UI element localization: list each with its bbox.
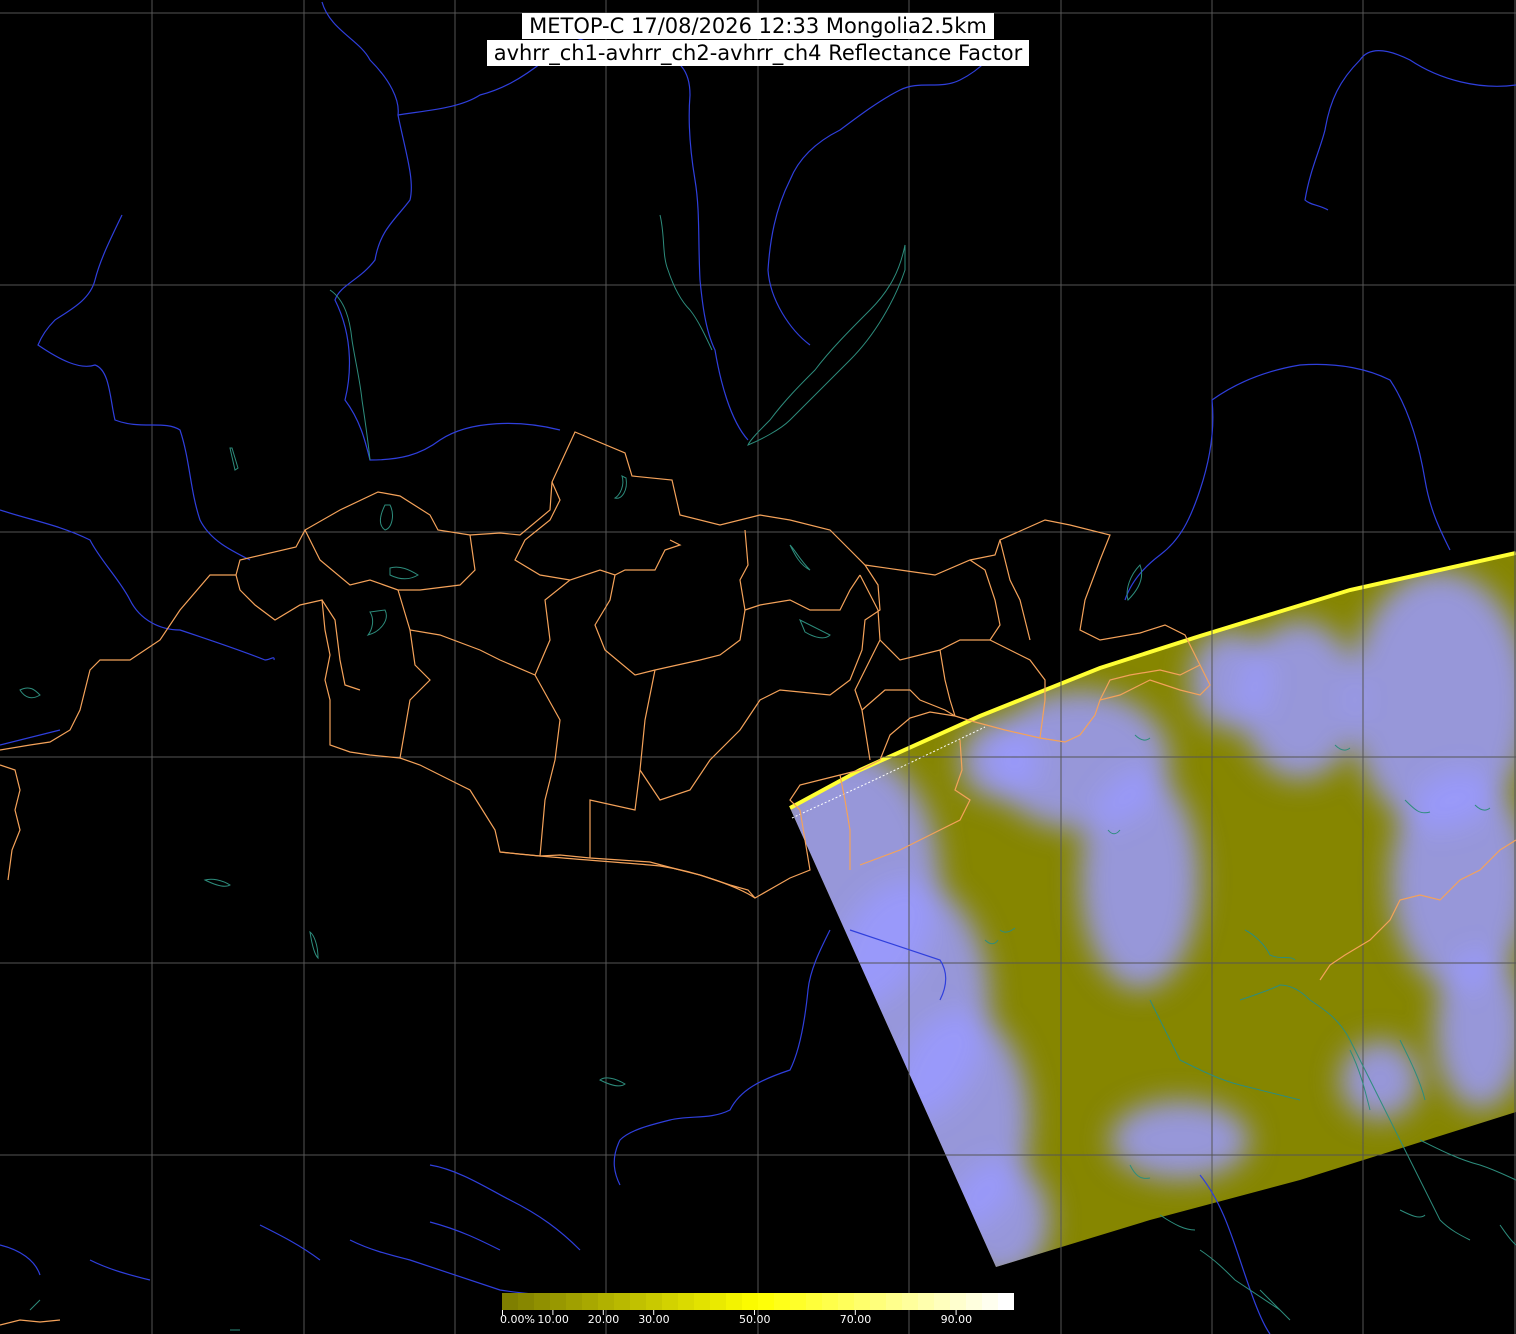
- border-province: [594, 529, 749, 676]
- colorbar-segment: [582, 1293, 598, 1310]
- border-province: [304, 529, 476, 591]
- colorbar-segment: [694, 1293, 710, 1310]
- coast-islands: [1159, 1209, 1516, 1246]
- colorbar-tick-label: 90.00: [940, 1313, 973, 1326]
- lake: [799, 618, 831, 639]
- colorbar-segment: [678, 1293, 694, 1310]
- river-south: [0, 1224, 581, 1301]
- colorbar-tick-label: 30.00: [638, 1313, 670, 1326]
- border-province: [399, 629, 431, 759]
- colorbar-segment: [742, 1293, 758, 1310]
- border-province: [939, 649, 956, 717]
- colorbar-tick-label: 10.00: [537, 1313, 569, 1326]
- river-aldan: [1304, 50, 1516, 211]
- colorbar-segment: [598, 1293, 614, 1310]
- border-west: [0, 574, 236, 881]
- border-province: [639, 564, 881, 801]
- colorbar-segment: [966, 1293, 982, 1310]
- border-province: [879, 559, 1001, 661]
- border-province: [744, 574, 861, 611]
- colorbar-segment: [838, 1293, 854, 1310]
- border-province: [854, 574, 881, 761]
- colorbar-tick-label: 50.00: [739, 1313, 771, 1326]
- colorbar-segment: [918, 1293, 934, 1310]
- lake: [19, 687, 41, 699]
- colorbar-segment: [550, 1293, 566, 1310]
- coast-fragment: [29, 1299, 240, 1331]
- lake: [309, 930, 319, 960]
- coast-japan: [1419, 1139, 1516, 1181]
- river-yenisei: [321, 1, 561, 461]
- colorbar-tick-label: 70.00: [839, 1313, 872, 1326]
- river-angara: [654, 49, 749, 441]
- border-mongolia-china: [499, 851, 756, 899]
- river-yellow: [613, 929, 831, 1186]
- satellite-image-viewer: METOP-C 17/08/2026 12:33 Mongolia2.5km a…: [0, 0, 1516, 1334]
- colorbar-segment: [710, 1293, 726, 1310]
- colorbar-segment: [534, 1293, 550, 1310]
- satellite-map: [0, 0, 1516, 1334]
- colorbar-segment: [758, 1293, 774, 1310]
- colorbar-segment: [886, 1293, 902, 1310]
- colorbar-tick-label: 0.00%: [500, 1313, 535, 1326]
- lake-hulun: [1126, 564, 1143, 601]
- colorbar-segment: [934, 1293, 950, 1310]
- border-province: [514, 481, 571, 581]
- colorbar-segment: [950, 1293, 966, 1310]
- colorbar-segment: [502, 1293, 518, 1310]
- colorbar-segment: [614, 1293, 630, 1310]
- colorbar-segment: [646, 1293, 662, 1310]
- lake-baikal: [747, 244, 906, 446]
- colorbar-segment: [662, 1293, 678, 1310]
- border-province: [397, 539, 682, 676]
- colorbar-segment: [854, 1293, 870, 1310]
- river-amur-north: [1211, 363, 1451, 551]
- river-angara-upper: [397, 33, 621, 116]
- satellite-swath: [789, 551, 1516, 1267]
- border-southwest: [0, 1319, 61, 1326]
- river-lena: [767, 39, 1001, 346]
- river-angara-branch: [659, 214, 713, 351]
- river-yangtze-upper: [429, 1164, 581, 1251]
- colorbar-segment: [518, 1293, 534, 1310]
- coast-east-china: [1199, 1249, 1291, 1321]
- lake-khar-us: [366, 609, 387, 636]
- colorbar-segment: [774, 1293, 790, 1310]
- river-west: [0, 729, 61, 746]
- lake-uvs: [380, 504, 393, 531]
- river-ob: [37, 214, 251, 561]
- lake: [229, 447, 239, 471]
- colorbar-legend: 0.00% 10.00 20.00 30.00 50.00 70.00 90.00: [500, 1293, 1014, 1334]
- river-amur: [1124, 399, 1214, 601]
- lake: [389, 566, 419, 580]
- colorbar-segment: [822, 1293, 838, 1310]
- border-province: [589, 669, 656, 858]
- colorbar-segment: [982, 1293, 998, 1310]
- colorbar-segment: [870, 1293, 886, 1310]
- lake-khuvsgul: [613, 475, 627, 499]
- river-yenisei-lake-chain: [329, 289, 371, 461]
- colorbar-segment: [566, 1293, 582, 1310]
- colorbar-segment: [630, 1293, 646, 1310]
- border-province: [534, 674, 561, 857]
- colorbar-segment: [806, 1293, 822, 1310]
- colorbar-segment: [998, 1293, 1014, 1310]
- colorbar-tick-label: 20.00: [587, 1313, 620, 1326]
- lake: [203, 878, 231, 887]
- colorbar-gradient: [502, 1293, 1014, 1310]
- lake: [789, 544, 811, 571]
- colorbar-segment: [790, 1293, 806, 1310]
- lake-qinghai: [599, 1077, 626, 1087]
- colorbar-segment: [902, 1293, 918, 1310]
- border-province: [999, 539, 1031, 641]
- colorbar-segment: [726, 1293, 742, 1310]
